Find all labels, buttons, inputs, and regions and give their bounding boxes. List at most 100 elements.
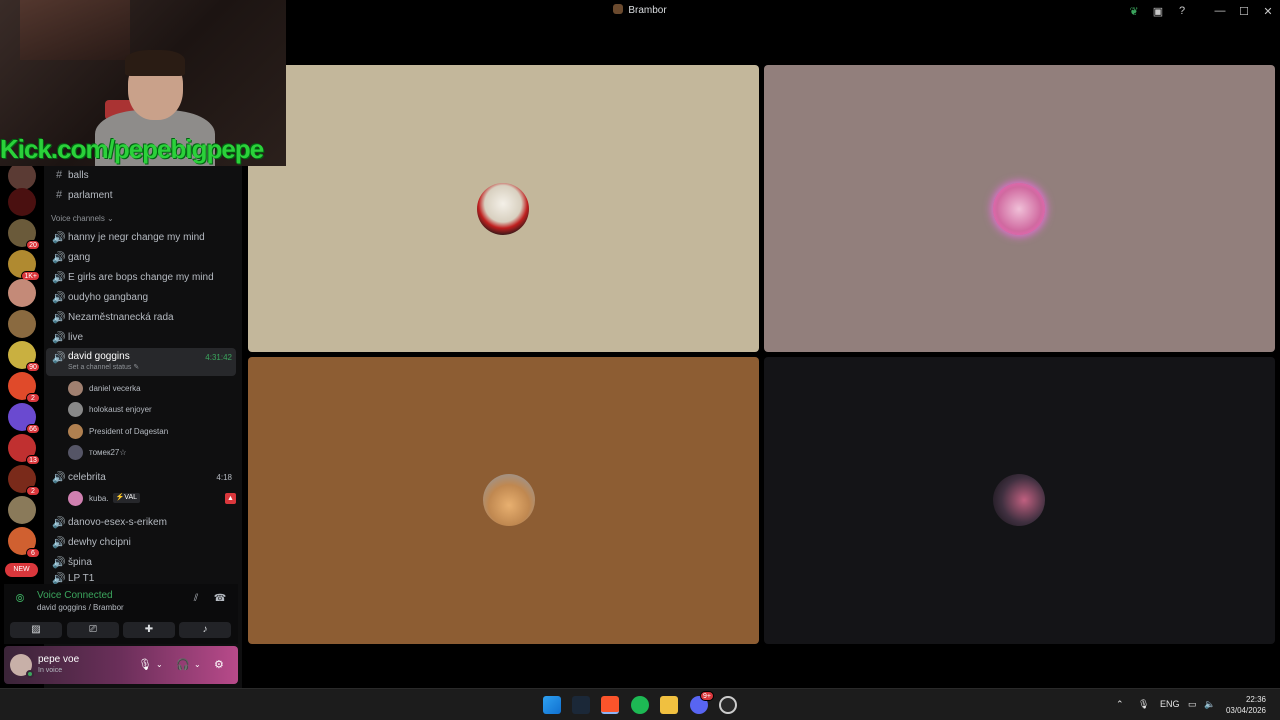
folder-icon[interactable] xyxy=(660,696,678,714)
voice-channel[interactable]: 🔊 celebrita 4:18 xyxy=(46,467,236,487)
voice-member[interactable]: holokaust enjoyer xyxy=(68,400,238,418)
participant-avatar-speaking xyxy=(993,183,1045,235)
speaker-icon: 🔊 xyxy=(52,471,66,484)
server-icon-8[interactable]: 2 xyxy=(8,372,40,403)
webcam-overlay: Kick.com/pepebigpepe xyxy=(0,0,286,166)
background-poster xyxy=(20,0,130,60)
spotify-icon[interactable] xyxy=(631,696,649,714)
settings-icon[interactable] xyxy=(719,696,737,714)
chevron-down-icon[interactable]: ⌄ xyxy=(194,660,201,669)
text-channel[interactable]: # balls xyxy=(46,165,236,185)
signal-icon[interactable]: ⦾ xyxy=(12,593,28,609)
kick-overlay-text: Kick.com/pepebigpepe xyxy=(0,134,264,164)
server-icon-10[interactable]: 13 xyxy=(8,434,40,465)
volume-icon[interactable]: 🔈 xyxy=(1204,699,1215,710)
chevron-up-icon[interactable]: ⌃ xyxy=(1116,699,1124,710)
channel-status[interactable]: Set a channel status ✎ xyxy=(68,363,139,371)
voice-channel[interactable]: 🔊 hanny je negr change my mind xyxy=(46,227,236,247)
server-icon-7[interactable]: 90 xyxy=(8,341,40,372)
server-icon xyxy=(613,4,624,14)
voice-channel[interactable]: 🔊 Nezaměstnanecká rada xyxy=(46,307,236,327)
voice-category[interactable]: Voice channels ⌄ xyxy=(51,214,114,223)
help-icon[interactable]: ? xyxy=(1170,5,1194,17)
participant-tile[interactable] xyxy=(248,357,759,644)
voice-channel-active[interactable]: 🔊 david goggins 4:31:42 Set a channel st… xyxy=(46,348,236,376)
server-icon-1[interactable] xyxy=(8,162,36,190)
soundboard-button[interactable]: ♪ xyxy=(179,622,231,638)
chevron-down-icon[interactable]: ⌄ xyxy=(156,660,163,669)
network-icon[interactable]: ▭ xyxy=(1188,699,1197,710)
maximize-button[interactable]: ☐ xyxy=(1232,5,1256,18)
headphones-icon[interactable]: 🎧 xyxy=(176,658,190,671)
participant-tile[interactable] xyxy=(764,357,1275,644)
microphone-icon[interactable]: 🎙 xyxy=(1138,699,1149,710)
speaker-icon: 🔊 xyxy=(52,516,66,529)
brave-icon[interactable] xyxy=(601,696,619,714)
voice-member[interactable]: daniel vecerka xyxy=(68,379,238,397)
voice-channel[interactable]: 🔊 danovo-esex-s-erikem xyxy=(46,512,236,532)
participant-avatar xyxy=(477,183,529,235)
avatar xyxy=(68,401,83,417)
voice-channel[interactable]: 🔊 E girls are bops change my mind xyxy=(46,267,236,287)
status-online-icon xyxy=(26,670,34,678)
server-icon-4[interactable]: 1K+ xyxy=(8,250,40,281)
steam-icon[interactable] xyxy=(572,696,590,714)
hash-icon: # xyxy=(55,169,63,181)
activities-button[interactable]: ✚ xyxy=(123,622,175,638)
inbox-icon[interactable]: ▣ xyxy=(1146,5,1170,18)
voice-member[interactable]: томек27☆ xyxy=(68,443,238,461)
voice-channel[interactable]: 🔊 LP T1 xyxy=(46,572,236,585)
participant-tile[interactable] xyxy=(248,65,759,352)
voice-member[interactable]: kuba. ⚡VAL ▲ xyxy=(68,489,238,507)
start-icon[interactable] xyxy=(543,696,561,714)
screen-share-button[interactable]: ⎚ xyxy=(67,622,119,638)
server-icon-9[interactable]: 66 xyxy=(8,403,40,434)
camera-off-button[interactable]: ▨ xyxy=(10,622,62,638)
server-icon-12[interactable] xyxy=(8,496,36,524)
user-panel: pepe voe In voice 🎙 ⌄ 🎧 ⌄ ⚙ xyxy=(4,646,238,684)
gear-icon[interactable]: ⚙ xyxy=(214,658,224,671)
voice-channel[interactable]: 🔊 špina xyxy=(46,552,236,572)
server-icon-6[interactable] xyxy=(8,310,36,338)
voice-member[interactable]: President of Dagestan xyxy=(68,422,238,440)
speaker-icon: 🔊 xyxy=(52,231,66,244)
language-indicator[interactable]: ENG xyxy=(1160,699,1180,709)
streaming-icon: ▲ xyxy=(225,492,236,504)
taskbar: 9+ ⌃ 🎙 ENG ▭ 🔈 22:36 03/04/2026 xyxy=(0,688,1280,720)
voice-channel[interactable]: 🔊 live xyxy=(46,327,236,347)
server-icon-11[interactable]: 2 xyxy=(8,465,40,496)
microphone-icon[interactable]: 🎙 xyxy=(138,658,152,671)
speaker-icon: 🔊 xyxy=(52,572,66,585)
clock[interactable]: 22:36 03/04/2026 xyxy=(1226,694,1266,716)
close-button[interactable]: ✕ xyxy=(1256,5,1280,18)
hash-icon: # xyxy=(55,189,63,201)
server-icon-13[interactable]: 6 xyxy=(8,527,40,558)
speaker-icon: 🔊 xyxy=(52,331,66,344)
speaker-icon: 🔊 xyxy=(52,536,66,549)
voice-channel[interactable]: 🔊 gang xyxy=(46,247,236,267)
participant-tile[interactable] xyxy=(764,65,1275,352)
new-badge[interactable]: NEW xyxy=(5,563,38,577)
voice-channel[interactable]: 🔊 oudyho gangbang xyxy=(46,287,236,307)
noise-suppression-icon[interactable]: ⫽ xyxy=(188,593,204,604)
text-channel[interactable]: # parlament xyxy=(46,185,236,205)
avatar xyxy=(68,380,83,396)
server-icon-3[interactable]: 20 xyxy=(8,219,40,250)
avatar xyxy=(68,444,83,460)
voice-connection-panel: ⦾ Voice Connected david goggins / Brambo… xyxy=(4,584,238,644)
voice-channel[interactable]: 🔊 dewhy chcipni xyxy=(46,532,236,552)
discord-icon[interactable]: 9+ xyxy=(690,691,714,714)
streamer-hair xyxy=(125,50,185,76)
titlebar-controls: ❦ ▣ ? — ☐ ✕ xyxy=(1122,2,1280,20)
voice-stage xyxy=(242,22,1280,688)
speaker-icon: 🔊 xyxy=(52,352,66,364)
participant-avatar xyxy=(993,474,1045,526)
server-icon-2[interactable] xyxy=(8,188,36,216)
minimize-button[interactable]: — xyxy=(1208,5,1232,17)
avatar xyxy=(68,490,83,506)
participant-avatar xyxy=(483,474,535,526)
leaf-icon[interactable]: ❦ xyxy=(1122,5,1146,18)
server-icon-5[interactable] xyxy=(8,279,36,307)
disconnect-icon[interactable]: ☎ xyxy=(212,593,228,604)
speaker-icon: 🔊 xyxy=(52,291,66,304)
